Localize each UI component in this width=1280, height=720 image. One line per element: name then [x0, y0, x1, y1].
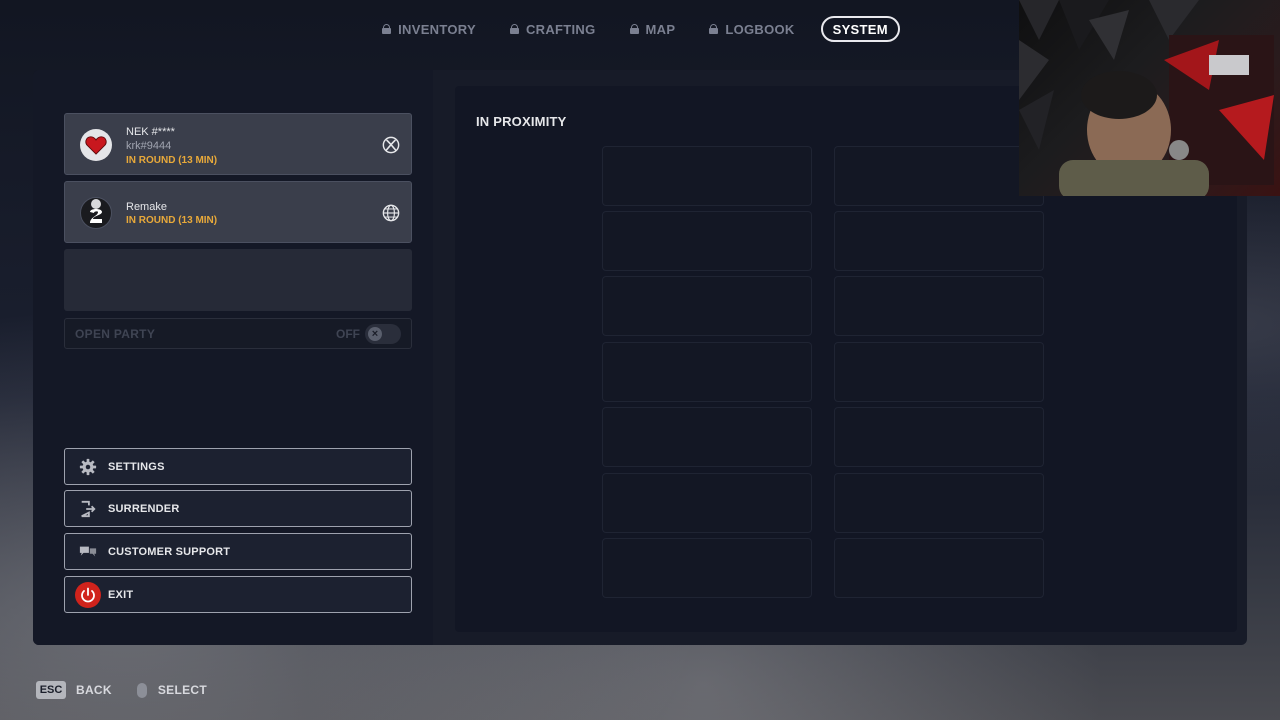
back-hint[interactable]: BACK	[76, 683, 112, 697]
party-member-card[interactable]: Remake IN ROUND (13 MIN)	[64, 181, 412, 243]
settings-button[interactable]: SETTINGS	[64, 448, 412, 485]
member-status: IN ROUND (13 MIN)	[126, 155, 218, 166]
proximity-slot	[602, 211, 812, 271]
tab-crafting[interactable]: CRAFTING	[508, 16, 598, 42]
footer-hints: ESC BACK SELECT	[36, 680, 207, 700]
lock-icon	[629, 24, 639, 34]
mouse-icon	[136, 682, 147, 698]
exit-button[interactable]: EXIT	[64, 576, 412, 613]
party-member-card[interactable]: NEK #**** krk#9444 IN ROUND (13 MIN)	[64, 113, 412, 175]
globe-icon	[382, 204, 400, 222]
proximity-slot	[834, 407, 1044, 467]
lock-icon	[709, 24, 719, 34]
tab-logbook[interactable]: LOGBOOK	[707, 16, 796, 42]
webcam-overlay	[1019, 0, 1280, 196]
proximity-slot	[602, 407, 812, 467]
surrender-label: SURRENDER	[108, 503, 180, 515]
open-party-toggle-row[interactable]: OPEN PARTY OFF ×	[64, 318, 412, 349]
member-name: NEK #****	[126, 126, 175, 138]
lock-icon	[382, 24, 392, 34]
open-party-state: OFF	[336, 327, 360, 341]
tab-label: MAP	[645, 21, 676, 37]
settings-label: SETTINGS	[108, 461, 165, 473]
close-icon: ×	[368, 327, 382, 341]
member-status: IN ROUND (13 MIN)	[126, 215, 218, 226]
open-party-label: OPEN PARTY	[75, 327, 156, 341]
esc-key-icon: ESC	[36, 681, 66, 699]
tab-label: SYSTEM	[832, 21, 888, 37]
proximity-slot	[602, 538, 812, 598]
proximity-title: IN PROXIMITY	[476, 114, 567, 129]
gear-icon	[79, 458, 97, 476]
tab-label: CRAFTING	[525, 21, 596, 37]
proximity-slot	[834, 473, 1044, 533]
tab-map[interactable]: MAP	[628, 16, 678, 42]
proximity-slot	[602, 342, 812, 402]
chat-bubbles-icon	[79, 546, 97, 557]
empty-party-slot[interactable]	[64, 249, 412, 311]
lock-icon	[509, 24, 519, 34]
customer-support-label: CUSTOMER SUPPORT	[108, 546, 231, 558]
proximity-slot	[602, 473, 812, 533]
heart-avatar-icon	[80, 129, 112, 161]
surrender-button[interactable]: SURRENDER	[64, 490, 412, 527]
proximity-slot	[602, 146, 812, 206]
power-icon	[75, 582, 101, 608]
exit-label: EXIT	[108, 589, 134, 601]
member-name: Remake	[126, 201, 167, 213]
proximity-slot	[834, 538, 1044, 598]
proximity-slot	[834, 276, 1044, 336]
proximity-slot	[602, 276, 812, 336]
select-hint[interactable]: SELECT	[158, 683, 207, 697]
proximity-slot	[834, 342, 1044, 402]
tab-label: LOGBOOK	[725, 21, 795, 37]
exit-door-icon	[81, 500, 96, 518]
tab-label: INVENTORY	[398, 21, 476, 37]
customer-support-button[interactable]: CUSTOMER SUPPORT	[64, 533, 412, 570]
tab-inventory[interactable]: INVENTORY	[380, 16, 478, 42]
proximity-slot	[834, 211, 1044, 271]
member-tag: krk#9444	[126, 140, 172, 152]
xbox-icon	[382, 136, 400, 154]
skull-avatar-icon	[80, 197, 112, 229]
open-party-toggle[interactable]: ×	[365, 324, 401, 344]
proximity-slot	[834, 146, 1044, 206]
tab-system[interactable]: SYSTEM	[820, 16, 900, 42]
